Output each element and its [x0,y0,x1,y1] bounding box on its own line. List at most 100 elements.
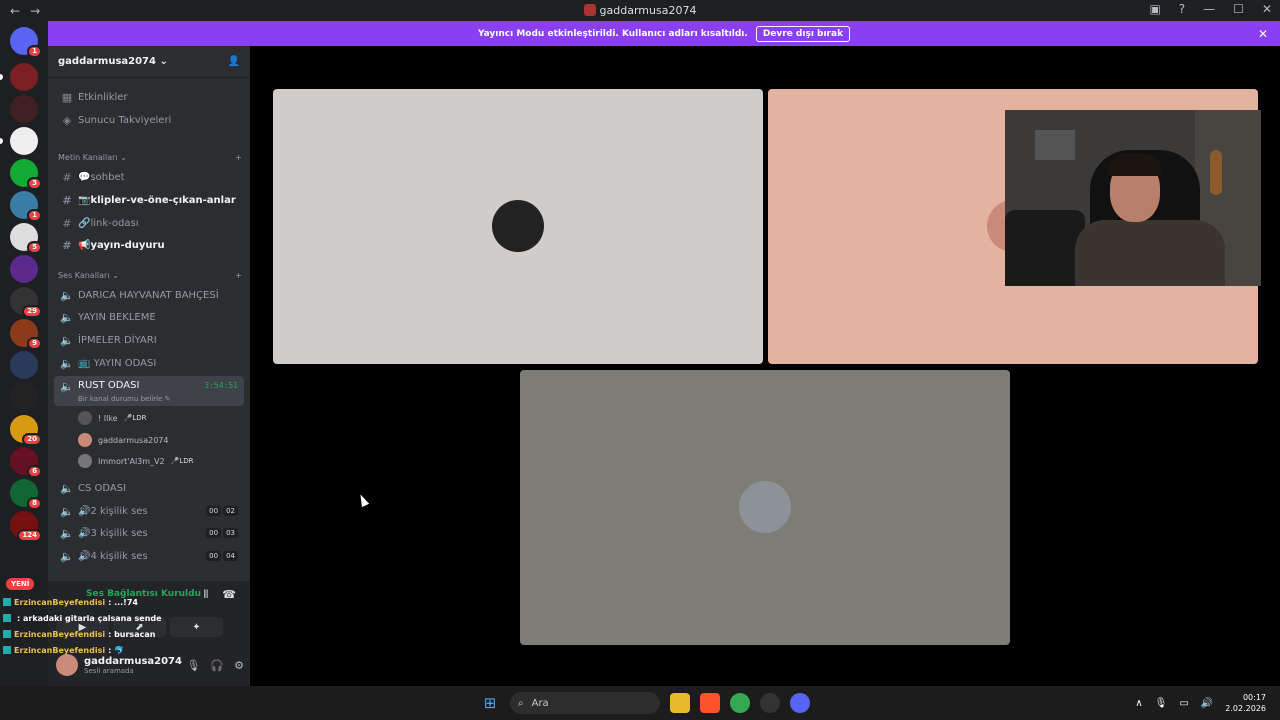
voice-member[interactable]: gaddarmusa2074 [78,431,168,449]
participant-tile[interactable] [520,370,1010,645]
server-badge: 124 [17,529,42,542]
close-icon[interactable]: ✕ [1262,2,1272,16]
server-icon[interactable]: 8 [10,479,42,510]
help-icon[interactable]: ? [1179,2,1185,16]
server-icon[interactable] [10,351,38,379]
add-channel-icon[interactable]: + [235,153,242,162]
minimize-icon[interactable]: — [1203,2,1215,16]
server-icon[interactable]: 3 [10,159,42,190]
server-badge: 29 [22,305,42,318]
server-header[interactable]: gaddarmusa2074 ⌄ 👤 [48,46,250,78]
windows-taskbar: ⊞ ⌕ Ara ∧ 🎙 ▭ 🔊 00:17 2.02.2026 [0,686,1280,720]
brave-browser-icon[interactable] [700,693,720,713]
hashtag-icon: # [62,170,72,184]
voice-channels-category[interactable]: Ses Kanalları ⌄ + [58,271,242,280]
server-icon[interactable]: 29 [10,287,42,318]
badge-icon [3,614,11,622]
channel-klipler[interactable]: # 📷klipler-ve-öne-çıkan-anlar [54,190,244,210]
server-icon[interactable] [0,63,38,91]
chrome-icon[interactable] [730,693,750,713]
microphone-icon[interactable]: 🎙 [186,659,200,672]
volume-icon[interactable]: 🔊 [1201,698,1213,709]
hashtag-icon: # [62,216,72,230]
obs-icon[interactable] [760,693,780,713]
voice-channel[interactable]: 🔈 CS ODASI [54,478,244,498]
voice-channel[interactable]: 🔈 İPMELER DİYARI [54,330,244,350]
user-limit-badge: 00 04 [206,551,238,561]
taskbar-search[interactable]: ⌕ Ara [510,692,660,714]
headphones-icon[interactable]: 🎧 [210,659,224,672]
disable-streamer-mode-button[interactable]: Devre dışı bırak [755,25,851,42]
server-icon[interactable] [10,255,38,283]
discord-taskbar-icon[interactable] [790,693,810,713]
voice-member[interactable]: ! Ilke 🎤LDR [78,409,146,427]
voice-member[interactable]: Immort'Al3m_V2 🎤LDR [78,452,193,470]
avatar [78,454,92,468]
sidebar-item-events[interactable]: ▦ Etkinlikler [54,87,244,107]
server-icon[interactable]: 5 [10,223,42,254]
network-icon[interactable]: ▭ [1179,698,1188,709]
speaker-icon: 🔈 [60,310,74,324]
participant-tile[interactable] [273,89,763,364]
server-icon[interactable]: 6 [10,447,42,478]
add-channel-icon[interactable]: + [235,271,242,280]
taskbar-clock[interactable]: 00:17 2.02.2026 [1225,692,1266,714]
server-badge: 1 [27,209,42,222]
channel-yayin-duyuru[interactable]: # 📢yayın-duyuru [54,235,244,255]
server-icon[interactable]: 124 [10,511,42,542]
badge-icon [3,630,11,638]
voice-channel[interactable]: 🔈 DARICA HAYVANAT BAHÇESİ [54,285,244,305]
speaker-icon: 🔈 [60,288,74,302]
channel-link-odasi[interactable]: # 🔗link-odası [54,213,244,233]
server-name: gaddarmusa2074 ⌄ [58,56,168,67]
calendar-icon: ▦ [61,90,73,104]
user-limit-badge: 00 02 [206,506,238,516]
tray-chevron-icon[interactable]: ∧ [1135,698,1142,709]
window-title: gaddarmusa2074 [599,4,697,17]
voice-channel[interactable]: 🔈 📺 YAYIN ODASI [54,353,244,373]
avatar [78,433,92,447]
maximize-icon[interactable]: ☐ [1233,2,1244,16]
banner-close-icon[interactable]: ✕ [1258,27,1268,41]
speaker-icon: 🔈 [60,526,74,540]
server-badge: 8 [27,497,42,510]
tray-mic-icon[interactable]: 🎙 [1155,698,1168,709]
voice-channel[interactable]: 🔈 🔊4 kişilik ses 00 04 [54,546,244,566]
channel-sidebar: gaddarmusa2074 ⌄ 👤 ▦ Etkinlikler ◈ Sunucu … [48,46,250,686]
guitar [1210,150,1222,195]
channel-status[interactable]: Bir kanal durumu belirle ✎ [78,395,171,403]
server-icon[interactable] [10,383,38,411]
server-icon[interactable]: 20 [10,415,42,446]
voice-channel[interactable]: 🔈 YAYIN BEKLEME [54,307,244,327]
chat-message: ErzincanBeyefendisi: bursacan [0,626,250,642]
voice-channel[interactable]: 🔈 🔊3 kişilik ses 00 03 [54,523,244,543]
server-badge: 1 [27,45,42,58]
new-servers-badge[interactable]: YENİ [6,578,35,590]
inbox-icon[interactable]: ▣ [1149,2,1160,16]
server-icon[interactable]: 9 [10,319,42,350]
streamer-mode-banner: Yayıncı Modu etkinleştirildi. Kullanıcı … [48,21,1280,46]
discord-home-icon[interactable]: 1 [10,27,42,58]
chat-message: ErzincanBeyefendisi: ...!74 [0,594,250,610]
server-icon[interactable]: 1 [10,191,42,222]
chat-message: ErzincanBeyefendisi: 🐬 [0,642,250,658]
window-titlebar: ← → gaddarmusa2074 ▣ ? — ☐ ✕ [0,0,1280,21]
settings-gear-icon[interactable]: ⚙ [234,659,244,672]
server-icon[interactable] [0,127,38,155]
speaker-icon: 🔈 [60,380,74,393]
sidebar-item-boosts[interactable]: ◈ Sunucu Takviyeleri [54,110,244,130]
speaker-icon: 🔈 [60,549,74,563]
server-icon[interactable] [10,95,38,123]
voice-channel[interactable]: 🔈 🔊2 kişilik ses 00 02 [54,501,244,521]
participant-avatar [492,200,544,252]
channel-sohbet[interactable]: # 💬sohbet [54,167,244,187]
add-member-icon[interactable]: 👤 [228,56,240,67]
search-icon: ⌕ [518,697,524,709]
text-channels-category[interactable]: Metin Kanalları ⌄ + [58,153,242,162]
windows-start-icon[interactable]: ⊞ [480,693,500,713]
chat-message: : arkadaki gitarla çalsana sende [0,610,250,626]
badge-icon [3,646,11,654]
server-badge: 6 [27,465,42,478]
file-explorer-icon[interactable] [670,693,690,713]
speaker-icon: 🔈 [60,481,74,495]
